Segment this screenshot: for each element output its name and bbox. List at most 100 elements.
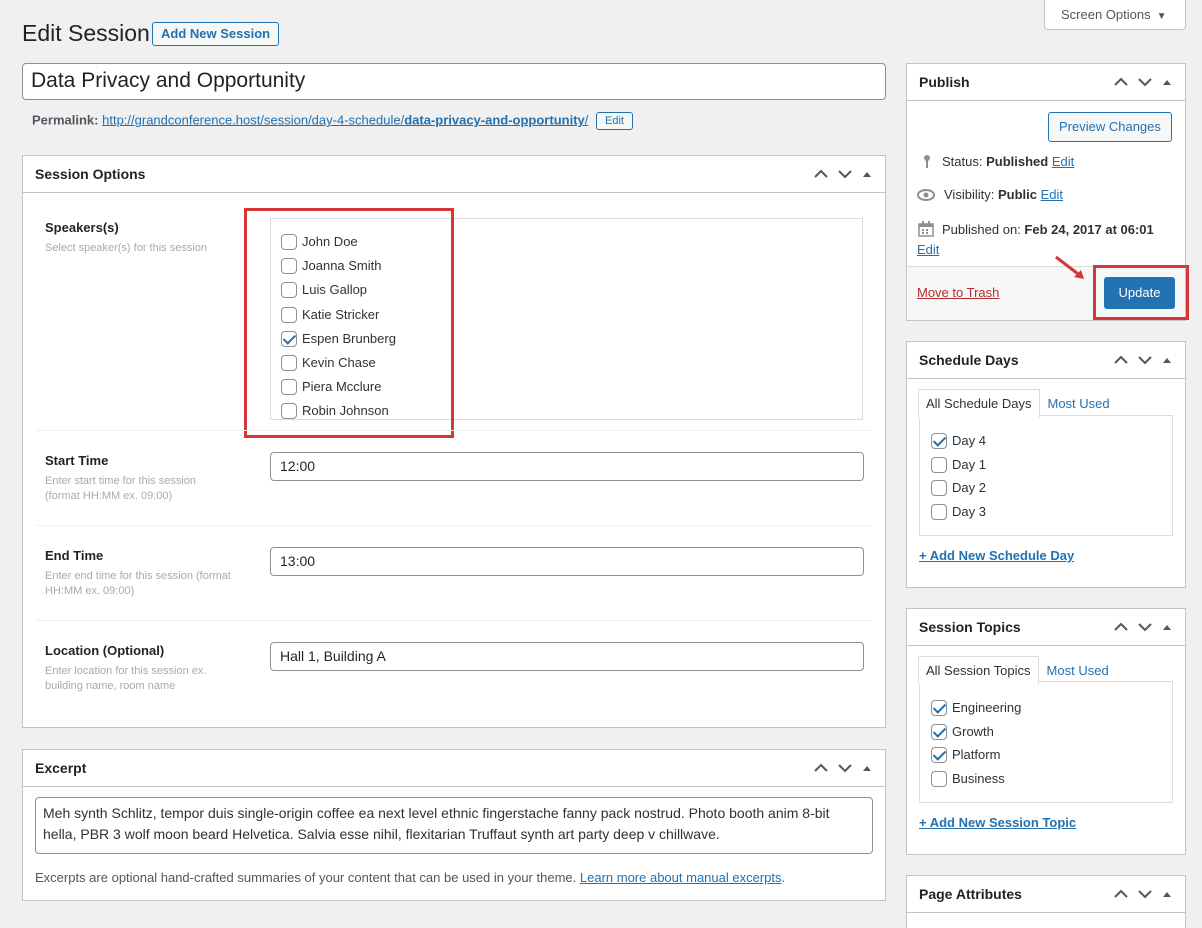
start-time-desc: Enter start time for this session (format… (45, 474, 196, 504)
checkbox-item[interactable]: Day 4 (931, 432, 986, 450)
status-value: Published (986, 153, 1049, 169)
speakers-desc: Select speaker(s) for this session (45, 242, 208, 254)
checkbox[interactable] (931, 700, 947, 716)
permalink-trail: / (584, 112, 589, 128)
move-down-icon[interactable] (1137, 622, 1153, 632)
tab-all-session-topics[interactable]: All Session Topics (918, 656, 1039, 685)
tab-most-used-topics[interactable]: Most Used (1039, 656, 1117, 685)
toggle-panel-icon[interactable] (1161, 355, 1173, 365)
pin-icon (924, 155, 930, 168)
toggle-panel-icon[interactable] (861, 763, 873, 773)
toggle-panel-icon[interactable] (1161, 622, 1173, 632)
move-up-icon[interactable] (1113, 77, 1129, 87)
checkbox[interactable] (931, 433, 947, 449)
location-desc: Enter location for this session ex. build… (45, 664, 206, 694)
end-time-label-group: End Time Enter end time for this session… (45, 548, 231, 599)
screen-options-button[interactable]: Screen Options ▼ (1044, 0, 1186, 30)
end-time-label: End Time (45, 548, 104, 563)
permalink-slug: data-privacy-and-opportunity (404, 112, 585, 128)
separator (36, 430, 872, 431)
move-up-icon[interactable] (1113, 889, 1129, 899)
toggle-panel-icon[interactable] (861, 169, 873, 179)
separator (36, 620, 872, 621)
arrow-pointer-icon (1055, 255, 1084, 279)
move-up-icon[interactable] (813, 763, 829, 773)
start-time-label-group: Start Time Enter start time for this ses… (45, 453, 196, 504)
checkbox[interactable] (931, 456, 947, 473)
move-up-icon[interactable] (1113, 622, 1129, 632)
move-to-trash-link[interactable]: Move to Trash (917, 285, 999, 300)
checkbox-item[interactable]: Day 2 (931, 479, 986, 497)
permalink-edit-button[interactable]: Edit (596, 112, 633, 130)
separator (36, 525, 872, 526)
session-topics-tabs: All Session Topics Most Used (918, 656, 1117, 685)
move-down-icon[interactable] (837, 169, 853, 179)
checkbox-label: Day 1 (952, 456, 986, 472)
start-time-input[interactable]: 12:00 (270, 452, 864, 481)
session-topics-title: Session Topics (919, 619, 1021, 635)
checkbox-item[interactable]: Growth (931, 723, 994, 741)
add-new-session-button[interactable]: Add New Session (152, 22, 280, 46)
end-time-desc: Enter end time for this session (format H… (45, 569, 231, 599)
checkbox-item[interactable]: Business (931, 770, 1005, 788)
location-input[interactable]: Hall 1, Building A (270, 642, 864, 671)
toggle-panel-icon[interactable] (1161, 889, 1173, 899)
checkbox-item[interactable]: Platform (931, 746, 1000, 764)
status-edit-link[interactable]: Edit (1052, 154, 1074, 169)
visibility-value: Public (997, 187, 1037, 202)
preview-changes-button[interactable]: Preview Changes (1048, 112, 1172, 142)
add-new-session-topic-link[interactable]: + Add New Session Topic (919, 815, 1076, 830)
eye-icon (917, 188, 935, 201)
checkbox[interactable] (931, 723, 947, 740)
checkbox-label: Day 4 (952, 433, 986, 448)
page-attributes-header: Page Attributes (907, 876, 1185, 913)
add-new-schedule-day-link[interactable]: + Add New Schedule Day (919, 548, 1074, 563)
move-down-icon[interactable] (1137, 889, 1153, 899)
end-desc-line2: HH:MM ex. 09:00) (45, 585, 135, 597)
end-time-input[interactable]: 13:00 (270, 547, 864, 576)
location-label: Location (Optional) (45, 643, 165, 658)
checkbox[interactable] (931, 747, 947, 763)
checkbox[interactable] (931, 503, 947, 520)
checkbox-label: Growth (952, 723, 994, 739)
location-desc-line1: Enter location for this session ex. (45, 665, 207, 677)
checkbox-label: Day 2 (952, 480, 986, 495)
published-value: Feb 24, 2017 at 06:01 (1024, 221, 1154, 237)
published-edit-link[interactable]: Edit (917, 242, 939, 257)
checkbox-item[interactable]: Engineering (931, 699, 1021, 717)
start-time-label: Start Time (45, 453, 109, 468)
excerpt-textarea[interactable]: Meh synth Schlitz, tempor duis single-or… (35, 797, 873, 854)
caret-down-icon: ▼ (1156, 11, 1167, 22)
permalink-link[interactable]: http://grandconference.host/session/day-… (102, 112, 588, 127)
checkbox-label: Day 3 (952, 503, 986, 519)
end-desc-line1: Enter end time for this session (format (45, 570, 231, 582)
post-title-input[interactable]: Data Privacy and Opportunity (22, 63, 886, 100)
checkbox[interactable] (931, 480, 947, 496)
schedule-days-title: Schedule Days (919, 352, 1019, 368)
move-up-icon[interactable] (813, 169, 829, 179)
move-down-icon[interactable] (1137, 77, 1153, 87)
move-up-icon[interactable] (1113, 355, 1129, 365)
excerpt-learn-more-link[interactable]: Learn more about manual excerpts (580, 870, 782, 885)
tab-most-used-days[interactable]: Most Used (1040, 389, 1118, 418)
move-down-icon[interactable] (1137, 355, 1153, 365)
page-attributes-box: Page Attributes (906, 875, 1186, 928)
schedule-days-tabs: All Schedule Days Most Used (918, 389, 1118, 418)
calendar-icon (918, 221, 934, 237)
checkbox-item[interactable]: Day 3 (931, 503, 986, 521)
visibility-label: Visibility: (944, 187, 995, 202)
location-desc-line2: building name, room name (45, 680, 176, 692)
update-highlight-box (1093, 265, 1189, 320)
screen-options-label: Screen Options (1061, 7, 1151, 22)
excerpt-help: Excerpts are optional hand-crafted summa… (35, 870, 785, 885)
location-label-group: Location (Optional) Enter location for t… (45, 643, 206, 694)
speakers-field-label-group: Speakers(s) Select speaker(s) for this s… (45, 220, 207, 256)
visibility-edit-link[interactable]: Edit (1041, 187, 1063, 202)
tab-all-schedule-days[interactable]: All Schedule Days (918, 389, 1040, 418)
toggle-panel-icon[interactable] (1161, 77, 1173, 87)
page-title: Edit Session (22, 20, 150, 46)
move-down-icon[interactable] (837, 763, 853, 773)
speakers-label: Speakers(s) (45, 220, 119, 235)
checkbox-item[interactable]: Day 1 (931, 456, 986, 474)
checkbox[interactable] (931, 770, 947, 787)
